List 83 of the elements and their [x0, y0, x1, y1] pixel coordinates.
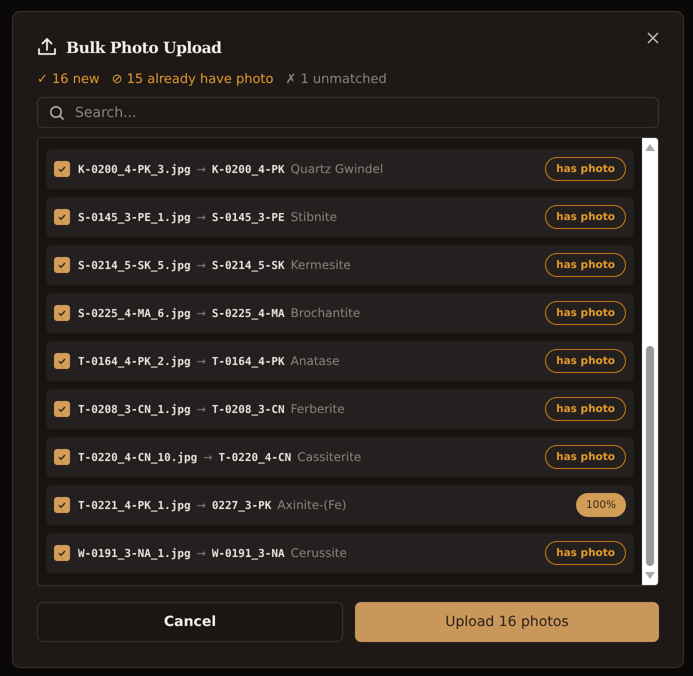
specimen-name: Kermesite: [290, 258, 351, 272]
specimen-name: Cassiterite: [297, 450, 362, 464]
specimen-code: 0227_3-PK: [212, 498, 272, 512]
arrow-icon: →: [196, 498, 206, 512]
file-row[interactable]: S-0225_4-MA_6.jpg → S-0225_4-MA Brochantite has photo: [46, 293, 634, 333]
specimen-name: Axinite-(Fe): [277, 498, 346, 512]
status-badge: 100%: [576, 493, 626, 517]
checkbox[interactable]: [54, 545, 70, 561]
checkbox[interactable]: [54, 353, 70, 369]
file-name: S-0214_5-SK_5.jpg: [78, 258, 191, 272]
specimen-code: S-0214_5-SK: [212, 258, 285, 272]
search-field[interactable]: Search...: [37, 97, 659, 128]
dialog-title: Bulk Photo Upload: [66, 38, 222, 56]
checkbox[interactable]: [54, 305, 70, 321]
arrow-icon: →: [196, 162, 206, 176]
file-name: K-0200_4-PK_3.jpg: [78, 162, 191, 176]
file-row[interactable]: T-0208_3-CN_1.jpg → T-0208_3-CN Ferberite has photo: [46, 389, 634, 429]
summary-count: ✓ 16 new: [37, 72, 100, 86]
search-icon: [49, 105, 65, 121]
file-name: T-0164_4-PK_2.jpg: [78, 354, 191, 368]
checkmark-icon: [57, 548, 67, 558]
specimen-name: Quartz Gwindel: [290, 162, 384, 176]
file-row[interactable]: T-0164_4-PK_2.jpg → T-0164_4-PK Anatase has photo: [46, 341, 634, 381]
file-name: S-0225_4-MA_6.jpg: [78, 306, 191, 320]
arrow-icon: →: [196, 258, 206, 272]
specimen-code: W-0191_3-NA: [212, 546, 285, 560]
status-badge: has photo: [545, 205, 626, 229]
arrow-icon: →: [196, 546, 206, 560]
file-row[interactable]: S-0214_5-SK_5.jpg → S-0214_5-SK Kermesite has photo: [46, 245, 634, 285]
specimen-name: Cerussite: [290, 546, 347, 560]
specimen-name: Anatase: [290, 354, 340, 368]
file-name: T-0221_4-PK_1.jpg: [78, 498, 191, 512]
checkbox[interactable]: [54, 257, 70, 273]
status-badge: has photo: [545, 157, 626, 181]
specimen-name: Brochantite: [290, 306, 360, 320]
file-name: W-0191_3-NA_1.jpg: [78, 546, 191, 560]
file-row[interactable]: K-0200_4-PK_3.jpg → K-0200_4-PK Quartz Gwindel has photo: [46, 149, 634, 189]
checkmark-icon: [57, 452, 67, 462]
upload-icon: [37, 37, 57, 57]
checkmark-icon: [57, 356, 67, 366]
arrow-icon: →: [203, 450, 212, 464]
specimen-code: K-0200_4-PK: [212, 162, 285, 176]
status-badge: has photo: [545, 397, 626, 421]
checkbox[interactable]: [54, 401, 70, 417]
status-badge: has photo: [545, 253, 626, 277]
file-row[interactable]: T-0220_4-CN_10.jpg → T-0220_4-CN Cassiterite has photo: [46, 437, 634, 477]
file-name: T-0220_4-CN_10.jpg: [78, 450, 198, 464]
arrow-icon: →: [196, 306, 206, 320]
checkmark-icon: [57, 308, 67, 318]
close-icon[interactable]: [647, 32, 659, 44]
file-row[interactable]: T-0221_4-PK_1.jpg → 0227_3-PK Axinite-(Fe) 100%: [46, 485, 634, 525]
specimen-code: T-0208_3-CN: [212, 402, 285, 416]
specimen-code: T-0220_4-CN: [218, 450, 292, 464]
checkbox[interactable]: [54, 449, 70, 465]
file-name: T-0208_3-CN_1.jpg: [78, 402, 191, 416]
dialog-button[interactable]: Cancel: [37, 602, 343, 642]
checkmark-icon: [57, 260, 67, 270]
file-row[interactable]: S-0145_3-PE_1.jpg → S-0145_3-PE Stibnite has photo: [46, 197, 634, 237]
checkbox[interactable]: [54, 497, 70, 513]
scrollbar[interactable]: [642, 138, 658, 585]
checkmark-icon: [57, 500, 67, 510]
dialog-button[interactable]: Upload 16 photos: [355, 602, 659, 642]
checkmark-icon: [57, 212, 67, 222]
status-badge: has photo: [545, 301, 626, 325]
specimen-code: S-0145_3-PE: [212, 210, 285, 224]
specimen-code: S-0225_4-MA: [212, 306, 285, 320]
file-row[interactable]: W-0191_3-NA_1.jpg → W-0191_3-NA Cerussite has photo: [46, 533, 634, 573]
checkmark-icon: [57, 164, 67, 174]
specimen-name: Stibnite: [290, 210, 337, 224]
checkbox[interactable]: [54, 209, 70, 225]
arrow-icon: →: [196, 402, 206, 416]
status-badge: has photo: [545, 541, 626, 565]
status-badge: has photo: [545, 445, 626, 469]
checkbox[interactable]: [54, 161, 70, 177]
file-name: S-0145_3-PE_1.jpg: [78, 210, 191, 224]
specimen-name: Ferberite: [290, 402, 345, 416]
checkmark-icon: [57, 404, 67, 414]
specimen-code: T-0164_4-PK: [212, 354, 285, 368]
arrow-icon: →: [196, 210, 206, 224]
arrow-icon: →: [196, 354, 206, 368]
status-badge: has photo: [545, 349, 626, 373]
summary-count: ✗ 1 unmatched: [285, 72, 387, 86]
summary-count: ⊘ 15 already have photo: [112, 72, 274, 86]
